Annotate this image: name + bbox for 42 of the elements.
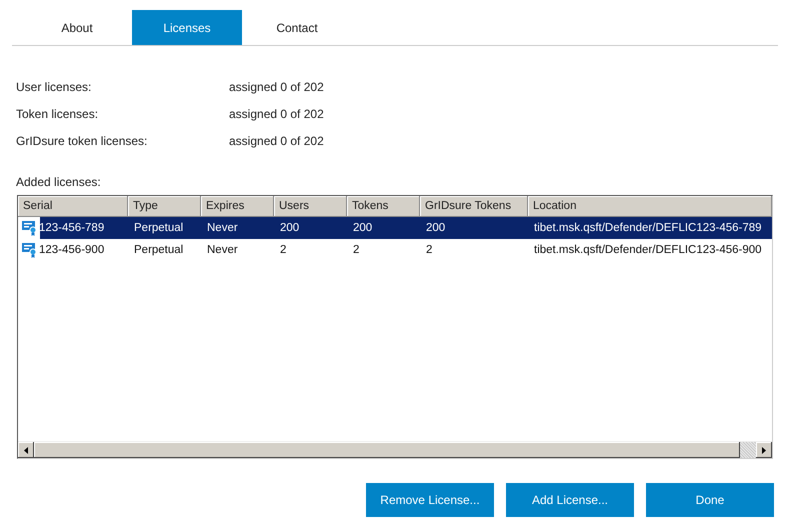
table-cell-text: Perpetual: [133, 244, 184, 256]
action-button[interactable]: Remove License...: [366, 483, 494, 517]
tab[interactable]: About: [22, 10, 132, 45]
size-grip[interactable]: [740, 442, 756, 458]
table-cell-text: 200: [352, 222, 374, 234]
column-header[interactable]: Location: [528, 196, 772, 217]
column-header[interactable]: Tokens: [347, 196, 420, 217]
license-count: assigned 0 of 202: [229, 134, 325, 148]
column-header[interactable]: Serial: [18, 196, 128, 217]
table-cell-text: 2: [279, 244, 288, 256]
table-cell-text: 200: [279, 222, 300, 234]
table-cell-text: 2: [425, 244, 434, 256]
action-button[interactable]: Done: [646, 483, 774, 517]
column-header[interactable]: GrIDsure Tokens: [420, 196, 528, 217]
action-button[interactable]: Add License...: [506, 483, 634, 517]
table-cell-text: Never: [206, 222, 239, 234]
column-header[interactable]: Expires: [201, 196, 274, 217]
right-arrow-icon: [762, 446, 766, 454]
scroll-left-button[interactable]: [18, 442, 34, 458]
table-cell-text: Never: [206, 244, 239, 256]
column-header[interactable]: Type: [128, 196, 201, 217]
license-count: assigned 0 of 202: [229, 80, 325, 94]
license-label: GrIDsure token licenses:: [16, 134, 148, 148]
scroll-thumb[interactable]: [34, 442, 740, 458]
table-title: Added licenses:: [16, 175, 102, 189]
table-cell-text: 200: [425, 222, 446, 234]
left-arrow-icon: [24, 446, 28, 454]
table-cell-text: 2: [352, 244, 360, 256]
certificate-icon: [22, 242, 38, 258]
column-header[interactable]: Users: [274, 196, 347, 217]
tab[interactable]: Contact: [242, 10, 352, 45]
scroll-right-button[interactable]: [756, 442, 772, 458]
table-cell: 123-456-789: [39, 222, 104, 234]
license-label: User licenses:: [16, 80, 92, 94]
table-cell-text: tibet.msk.qsft/Defender/DEFLIC123-456-789: [533, 222, 763, 234]
certificate-icon: [22, 220, 38, 236]
table-cell-text: Perpetual: [133, 222, 184, 234]
tab[interactable]: Licenses: [132, 10, 242, 45]
table-cell: 123-456-900: [39, 244, 104, 256]
license-count: assigned 0 of 202: [229, 107, 325, 121]
license-label: Token licenses:: [16, 107, 100, 121]
table-cell-text: tibet.msk.qsft/Defender/DEFLIC123-456-900: [533, 244, 763, 256]
